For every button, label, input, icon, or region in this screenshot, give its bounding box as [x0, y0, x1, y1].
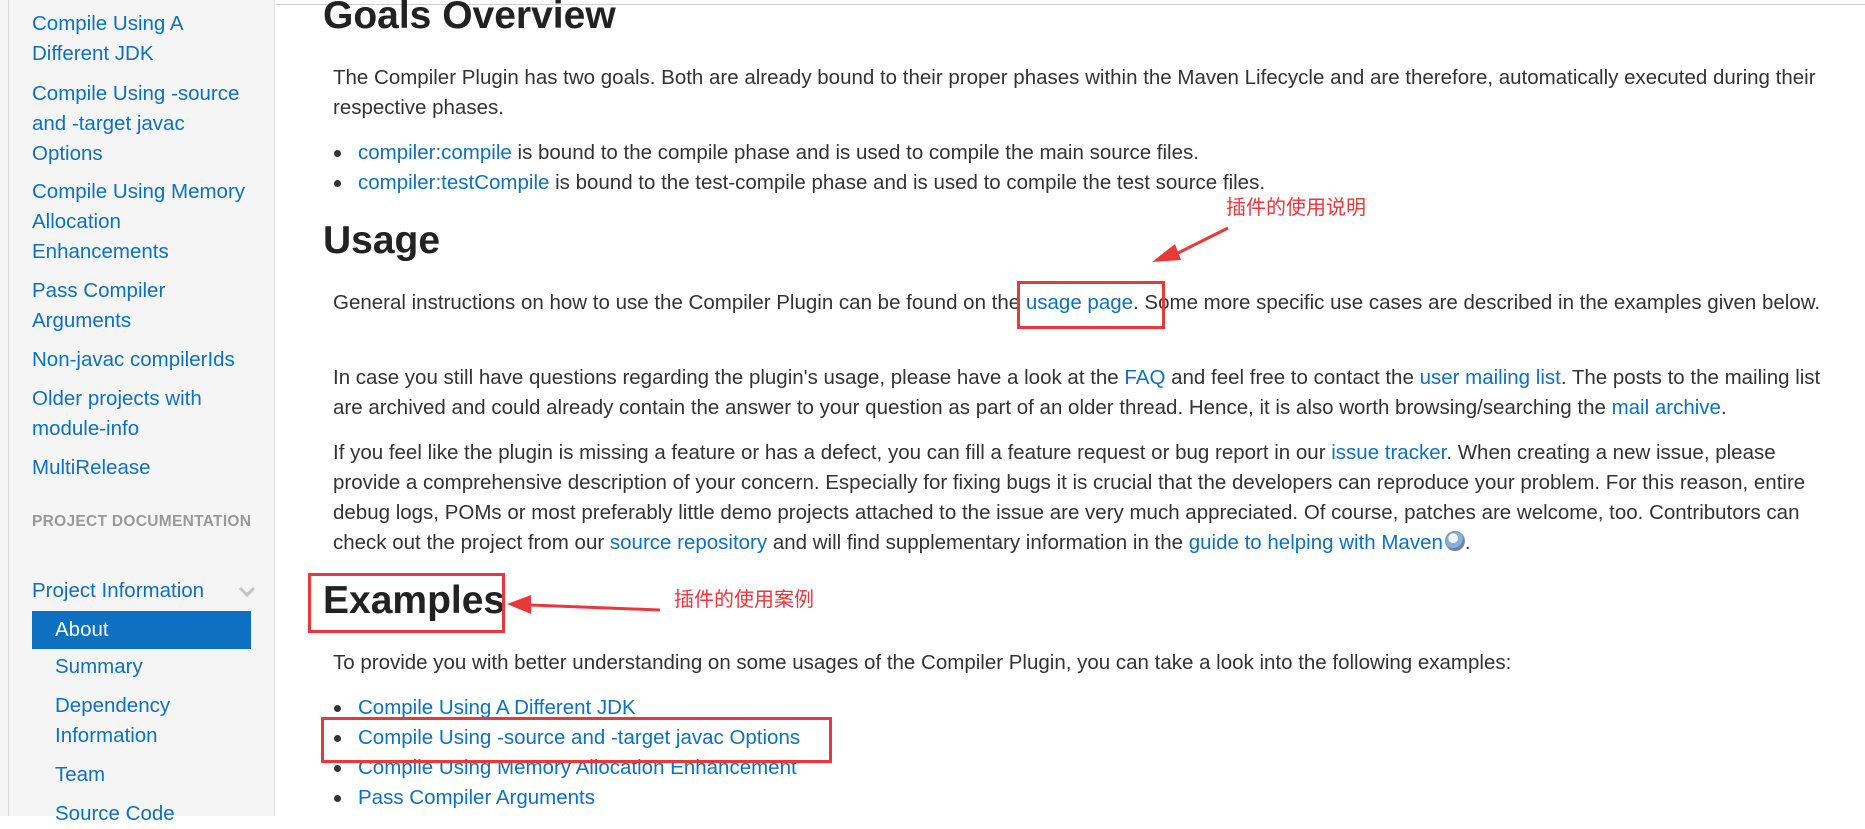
- sidebar-link-module-info[interactable]: Older projects with module-info: [32, 384, 257, 444]
- usage-text: General instructions on how to use the C…: [333, 291, 1026, 314]
- bullet-icon: [334, 705, 341, 712]
- examples-heading-highlight-box: [308, 573, 505, 633]
- external-link-globe-icon[interactable]: [1444, 531, 1465, 551]
- sidebar-link-multirelease[interactable]: MultiRelease: [32, 453, 257, 483]
- goals-list-item: compiler:testCompile is bound to the tes…: [334, 168, 1818, 198]
- examples-annotation-note: 插件的使用案例: [674, 587, 814, 611]
- sidebar: Compile Using A Different JDK Compile Us…: [0, 0, 275, 825]
- example-link-pass-arguments[interactable]: Pass Compiler Arguments: [358, 786, 595, 809]
- example-source-target-highlight-box: [321, 717, 832, 763]
- source-repository-link[interactable]: source repository: [610, 531, 767, 554]
- usage-page-highlight-box: [1017, 281, 1165, 329]
- compiler-testcompile-link[interactable]: compiler:testCompile: [358, 171, 549, 194]
- sidebar-section-header: PROJECT DOCUMENTATION: [32, 513, 252, 530]
- usage-paragraph-3: If you feel like the plugin is missing a…: [333, 438, 1843, 558]
- usage-text: .: [1720, 396, 1727, 419]
- sidebar-item-summary[interactable]: Summary: [55, 652, 255, 682]
- guide-to-helping-link[interactable]: guide to helping with Maven: [1189, 531, 1443, 554]
- chevron-down-icon[interactable]: [238, 586, 256, 598]
- sidebar-link-non-javac[interactable]: Non-javac compilerIds: [32, 345, 257, 375]
- user-mailing-list-link[interactable]: user mailing list: [1420, 366, 1561, 389]
- sidebar-item-about[interactable]: About: [32, 611, 251, 649]
- sidebar-rail: [8, 0, 9, 816]
- mail-archive-link[interactable]: mail archive: [1612, 396, 1721, 419]
- issue-tracker-link[interactable]: issue tracker: [1331, 441, 1446, 464]
- goals-intro-text: The Compiler Plugin has two goals. Both …: [333, 66, 1816, 119]
- usage-text: and feel free to contact the: [1165, 366, 1420, 389]
- bullet-icon: [334, 795, 341, 802]
- usage-paragraph-2: In case you still have questions regardi…: [333, 363, 1843, 423]
- sidebar-link-project-information[interactable]: Project Information: [32, 576, 257, 606]
- usage-annotation-note: 插件的使用说明: [1226, 195, 1366, 219]
- compiler-compile-link[interactable]: compiler:compile: [358, 141, 512, 164]
- examples-intro-text: To provide you with better understanding…: [333, 651, 1512, 674]
- bullet-icon: [334, 180, 341, 187]
- sidebar-link-pass-arguments[interactable]: Pass Compiler Arguments: [32, 276, 257, 336]
- sidebar-item-dependency-information[interactable]: Dependency Information: [55, 691, 255, 751]
- sidebar-item-label: About: [55, 618, 109, 641]
- sidebar-link-source-target[interactable]: Compile Using -source and -target javac …: [32, 79, 257, 169]
- example-link-different-jdk[interactable]: Compile Using A Different JDK: [358, 696, 636, 719]
- usage-text: . Some more specific use cases are descr…: [1133, 291, 1821, 314]
- sidebar-link-different-jdk[interactable]: Compile Using A Different JDK: [32, 9, 257, 69]
- bullet-icon: [334, 150, 341, 157]
- goals-list-item: compiler:compile is bound to the compile…: [334, 138, 1818, 168]
- examples-list-item: Pass Compiler Arguments: [334, 783, 1818, 813]
- main-content: Goals Overview The Compiler Plugin has t…: [276, 0, 1865, 816]
- sidebar-item-source-code[interactable]: Source Code: [55, 799, 255, 829]
- goal-description: is bound to the compile phase and is use…: [511, 141, 1199, 164]
- faq-link[interactable]: FAQ: [1124, 366, 1165, 389]
- goals-overview-heading: Goals Overview: [323, 0, 616, 37]
- sidebar-item-team[interactable]: Team: [55, 760, 255, 790]
- bullet-icon: [334, 765, 341, 772]
- usage-text: If you feel like the plugin is missing a…: [333, 441, 1332, 464]
- usage-text: and will find supplementary information …: [767, 531, 1189, 554]
- sidebar-link-memory-allocation[interactable]: Compile Using Memory Allocation Enhancem…: [32, 177, 257, 267]
- usage-text: .: [1464, 531, 1471, 554]
- goal-description: is bound to the test-compile phase and i…: [549, 171, 1266, 194]
- usage-heading: Usage: [323, 219, 441, 262]
- usage-text: In case you still have questions regardi…: [333, 366, 1125, 389]
